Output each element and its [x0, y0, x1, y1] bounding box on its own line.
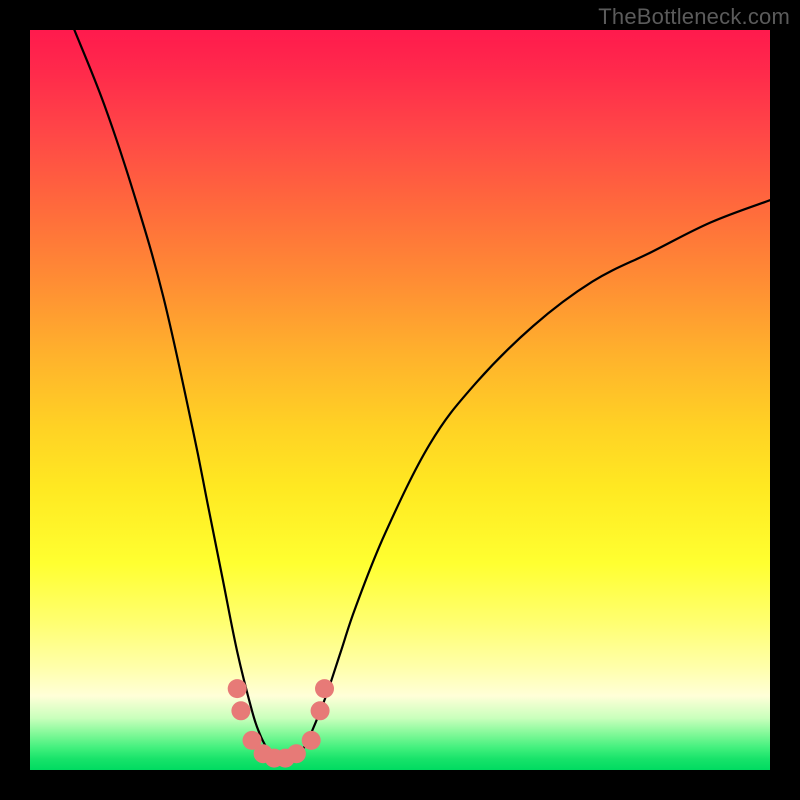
curve-marker: [228, 679, 247, 698]
bottleneck-curve: [74, 30, 770, 759]
curve-marker: [302, 731, 321, 750]
watermark-text: TheBottleneck.com: [598, 4, 790, 30]
plot-area: [30, 30, 770, 770]
bottleneck-chart: [30, 30, 770, 770]
curve-marker: [231, 701, 250, 720]
curve-marker: [287, 744, 306, 763]
curve-marker: [315, 679, 334, 698]
chart-frame: TheBottleneck.com: [0, 0, 800, 800]
curve-marker: [311, 701, 330, 720]
